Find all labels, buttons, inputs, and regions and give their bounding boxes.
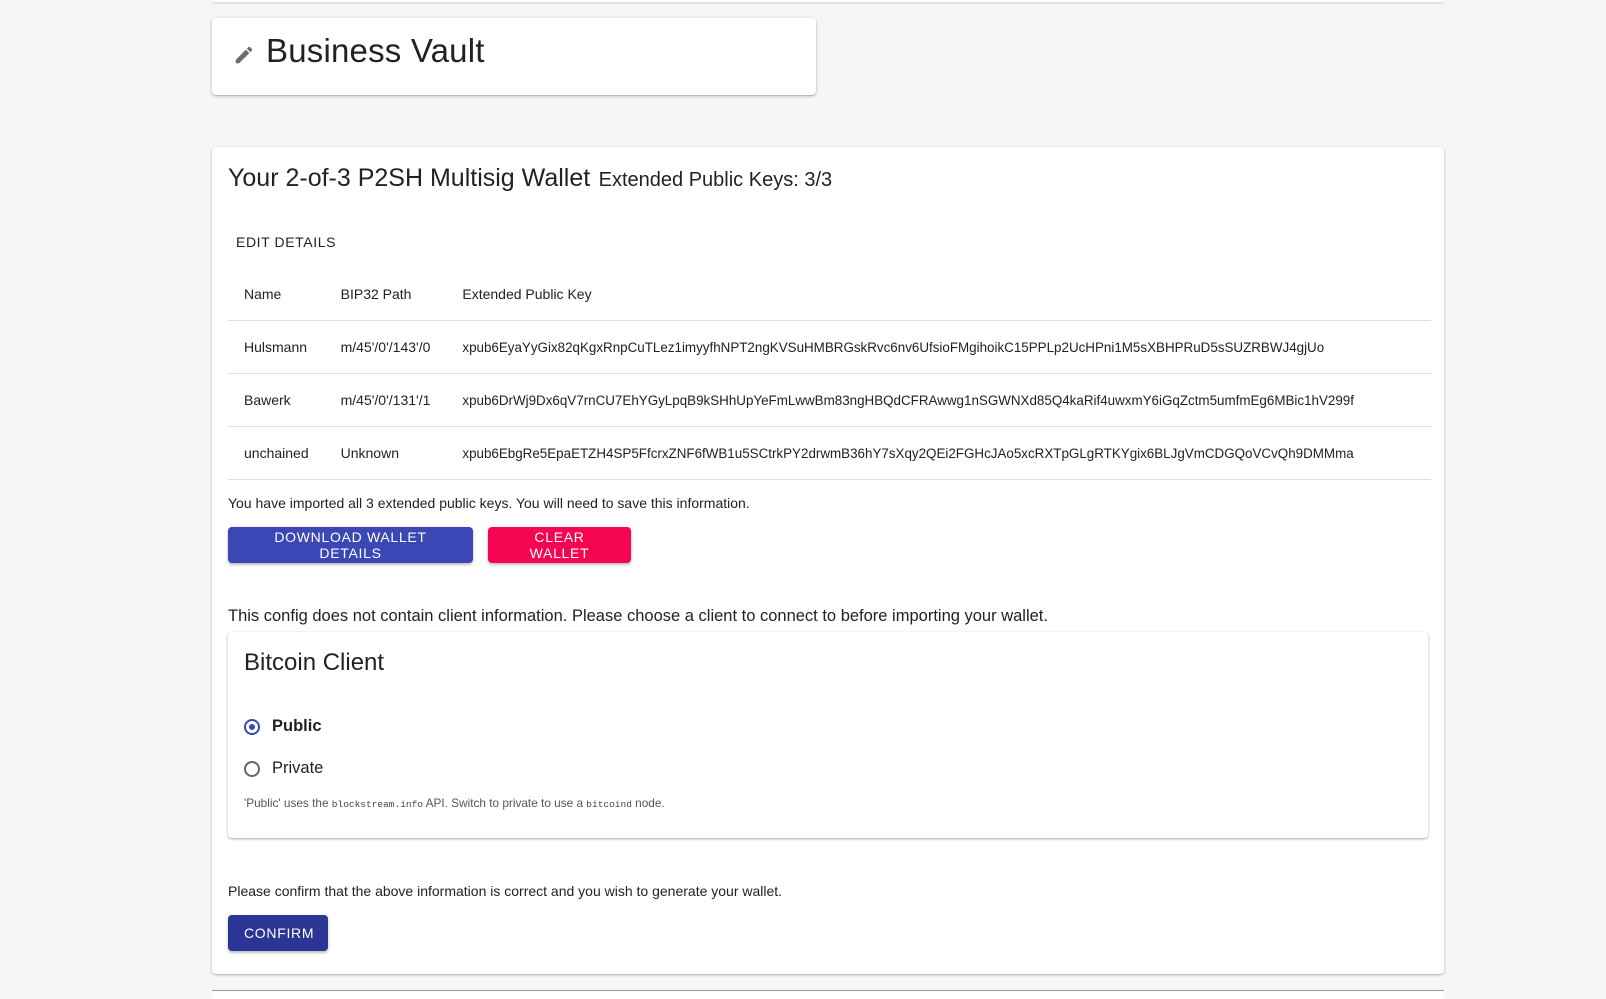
radio-label-public: Public: [272, 717, 322, 735]
wallet-name-card: Business Vault: [212, 18, 816, 95]
imported-keys-note: You have imported all 3 extended public …: [228, 495, 750, 511]
bitcoin-client-card: Bitcoin Client Public Private 'Public' u…: [228, 632, 1428, 838]
column-header-xpub: Extended Public Key: [446, 267, 1431, 321]
client-missing-note: This config does not contain client info…: [228, 607, 1048, 625]
radio-checked-icon[interactable]: [244, 718, 260, 735]
xpub-count: Extended Public Keys: 3/3: [598, 169, 833, 191]
extended-public-key: xpub6DrWj9Dx6qV7rnCU7EhYGyLpqB9kSHhUpYeF…: [446, 373, 1431, 427]
confirm-button[interactable]: CONFIRM: [228, 915, 328, 951]
next-card-edge: [212, 990, 1444, 999]
column-header-name: Name: [228, 267, 325, 321]
bip32-path: m/45'/0'/131'/1: [324, 373, 447, 427]
radio-label-private: Private: [272, 759, 324, 777]
confirm-note: Please confirm that the above informatio…: [228, 883, 783, 899]
xpub-table: Name BIP32 Path Extended Public Key Huls…: [228, 267, 1431, 480]
help-code-blockstream: blockstream.info: [331, 799, 424, 810]
column-header-path: BIP32 Path: [324, 267, 447, 321]
signer-name: Bawerk: [228, 373, 325, 427]
signer-name: unchained: [228, 426, 325, 480]
wallet-name: Business Vault: [266, 32, 485, 69]
wallet-type-title: Your 2-of-3 P2SH Multisig Wallet: [228, 164, 591, 192]
table-row: unchained Unknown xpub6EbgRe5EpaETZH4SP5…: [228, 426, 1431, 480]
radio-unchecked-icon[interactable]: [244, 760, 260, 777]
radio-public[interactable]: Public: [244, 717, 322, 736]
client-card-title: Bitcoin Client: [244, 649, 385, 676]
extended-public-key: xpub6EyaYyGix82qKgxRnpCuTLez1imyyfhNPT2n…: [446, 320, 1431, 374]
table-header-row: Name BIP32 Path Extended Public Key: [228, 267, 1431, 321]
help-code-bitcoind: bitcoind: [586, 799, 632, 810]
bip32-path: m/45'/0'/143'/0: [324, 320, 447, 374]
table-row: Hulsmann m/45'/0'/143'/0 xpub6EyaYyGix82…: [228, 320, 1431, 374]
previous-card-edge: [212, 0, 1444, 2]
wallet-card: Your 2-of-3 P2SH Multisig Wallet Extende…: [212, 147, 1444, 974]
help-text-part: 'Public' uses the: [244, 796, 332, 810]
pencil-icon[interactable]: [233, 44, 255, 66]
download-wallet-details-button[interactable]: DOWNLOAD WALLET DETAILS: [228, 527, 473, 563]
help-text-part: node.: [631, 796, 665, 810]
table-row: Bawerk m/45'/0'/131'/1 xpub6DrWj9Dx6qV7r…: [228, 373, 1431, 427]
signer-name: Hulsmann: [228, 320, 325, 374]
edit-details-button[interactable]: EDIT DETAILS: [236, 234, 336, 250]
wallet-heading: Your 2-of-3 P2SH Multisig Wallet Extende…: [228, 164, 832, 193]
client-help-text: 'Public' uses the blockstream.info API. …: [244, 796, 665, 810]
help-text-part: API. Switch to private to use a: [423, 796, 587, 810]
radio-private[interactable]: Private: [244, 759, 323, 778]
bip32-path: Unknown: [324, 426, 447, 480]
extended-public-key: xpub6EbgRe5EpaETZH4SP5FfcrxZNF6fWB1u5SCt…: [446, 426, 1431, 480]
clear-wallet-button[interactable]: CLEAR WALLET: [488, 527, 631, 563]
